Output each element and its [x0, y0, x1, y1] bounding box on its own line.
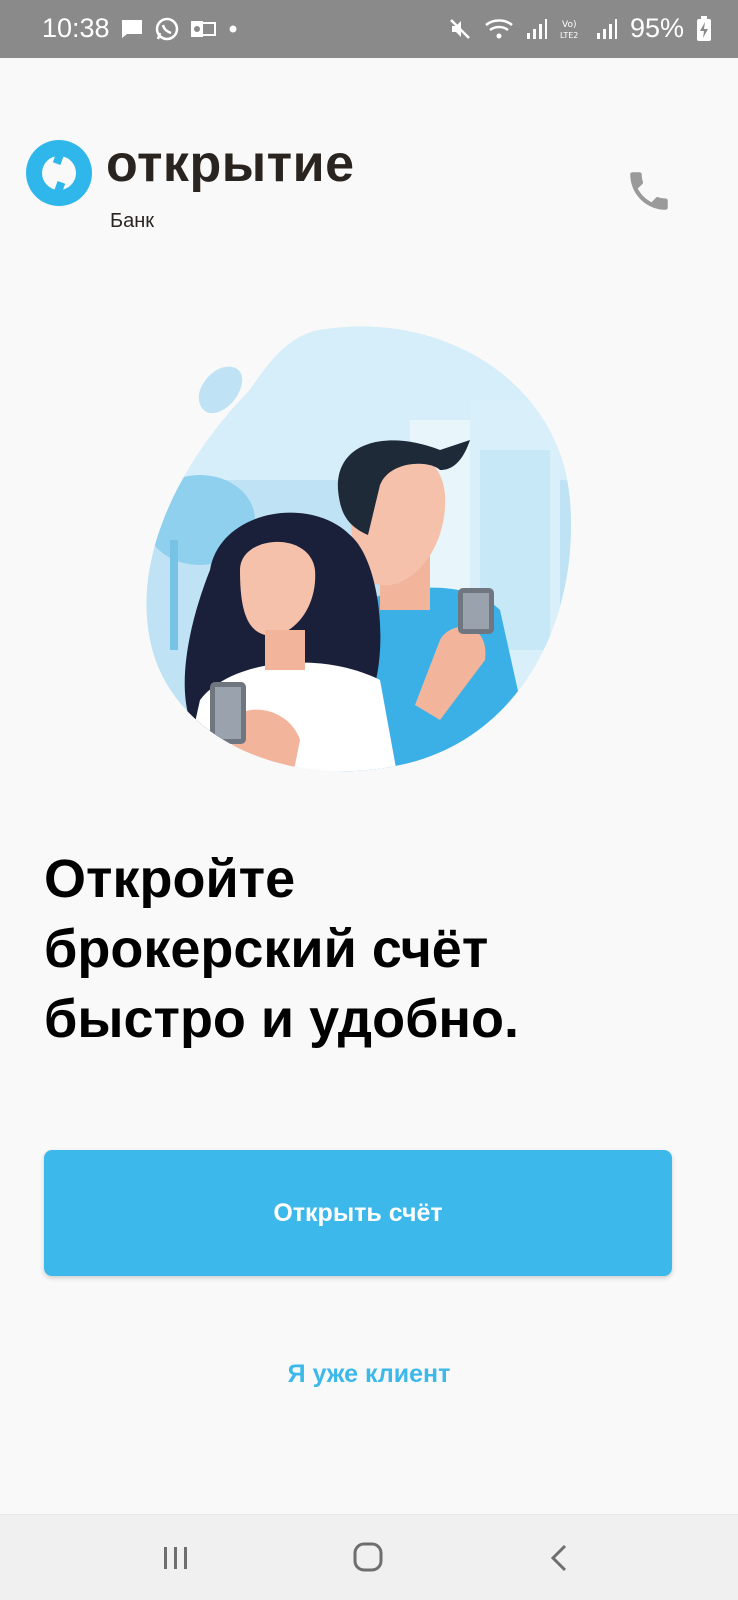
- system-icons: Vo) LTE2 95%: [448, 13, 712, 44]
- status-time: 10:38: [42, 13, 110, 43]
- brand-name: открытие: [106, 135, 355, 193]
- already-client-link[interactable]: Я уже клиент: [0, 1360, 738, 1389]
- battery-percent: 95%: [629, 13, 684, 43]
- system-nav-bar: [0, 1514, 738, 1600]
- signal-icon: [526, 18, 547, 39]
- message-icon: [122, 20, 142, 38]
- open-account-label: Открыть счёт: [273, 1198, 443, 1227]
- dot-icon: [229, 25, 237, 33]
- brand-subtitle: Банк: [110, 210, 155, 232]
- battery-charging-icon: [697, 15, 711, 41]
- bank-logo-icon: [26, 140, 92, 206]
- svg-text:Vo): Vo): [562, 20, 576, 30]
- headline: Откройте брокерский счёт быстро и удобно…: [44, 844, 684, 1054]
- signal-icon: [596, 18, 617, 39]
- mute-icon: [450, 18, 470, 39]
- home-icon[interactable]: [352, 1541, 384, 1573]
- back-icon[interactable]: [548, 1543, 570, 1573]
- whatsapp-icon: [155, 17, 179, 41]
- hero-illustration: [146, 326, 572, 772]
- headline-line-2: брокерский счёт: [44, 919, 489, 979]
- wifi-icon: [485, 18, 513, 38]
- volte-icon: Vo)LTE2: [560, 20, 578, 40]
- status-bar: 10:38 Vo) LTE2 95%: [0, 0, 738, 58]
- svg-text:LTE2: LTE2: [560, 31, 578, 40]
- headline-line-1: Откройте: [44, 849, 296, 909]
- recent-apps-icon[interactable]: [162, 1545, 190, 1571]
- notification-icons: [120, 16, 240, 42]
- headline-line-3: быстро и удобно.: [44, 989, 520, 1049]
- open-account-button[interactable]: Открыть счёт: [44, 1150, 672, 1276]
- outlook-icon: [191, 21, 216, 37]
- phone-icon[interactable]: [624, 166, 674, 216]
